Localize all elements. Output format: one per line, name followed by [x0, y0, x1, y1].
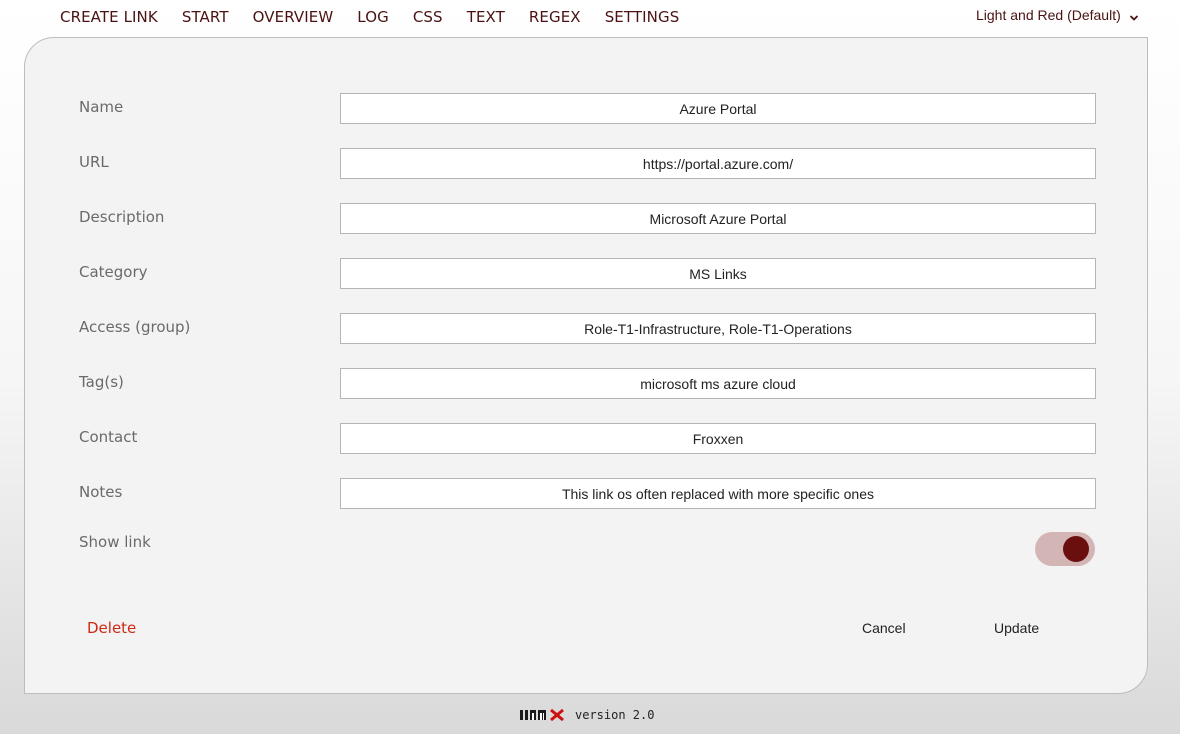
notes-input[interactable]	[340, 478, 1096, 509]
nav-start[interactable]: START	[182, 8, 229, 26]
nav-log[interactable]: LOG	[357, 8, 389, 26]
nav-css[interactable]: CSS	[413, 8, 443, 26]
nav-settings[interactable]: SETTINGS	[605, 8, 680, 26]
nav-text[interactable]: TEXT	[467, 8, 505, 26]
category-label: Category	[79, 263, 148, 281]
access-group-label: Access (group)	[79, 318, 191, 336]
tags-label: Tag(s)	[79, 373, 124, 391]
theme-select[interactable]: Light and Red (Default)	[976, 7, 1139, 23]
contact-label: Contact	[79, 428, 138, 446]
nav-overview[interactable]: OVERVIEW	[253, 8, 334, 26]
show-link-label: Show link	[79, 533, 151, 551]
app-logo-icon	[520, 709, 564, 721]
update-button[interactable]: Update	[994, 620, 1039, 636]
cancel-button[interactable]: Cancel	[862, 620, 906, 636]
footer: version 2.0	[519, 708, 654, 722]
access-group-input[interactable]	[340, 313, 1096, 344]
contact-input[interactable]	[340, 423, 1096, 454]
description-label: Description	[79, 208, 165, 226]
theme-select-value: Light and Red (Default)	[976, 7, 1121, 23]
description-input[interactable]	[340, 203, 1096, 234]
toggle-knob	[1063, 536, 1089, 562]
nav-regex[interactable]: REGEX	[529, 8, 581, 26]
show-link-toggle[interactable]	[1035, 532, 1095, 566]
url-input[interactable]	[340, 148, 1096, 179]
top-nav: CREATE LINK START OVERVIEW LOG CSS TEXT …	[60, 8, 703, 26]
edit-link-card: Name URL Description Category Access (gr…	[24, 37, 1148, 694]
version-text: version 2.0	[575, 708, 655, 722]
category-input[interactable]	[340, 258, 1096, 289]
chevron-down-icon	[1129, 10, 1139, 21]
url-label: URL	[79, 153, 109, 171]
nav-create-link[interactable]: CREATE LINK	[60, 8, 158, 26]
name-input[interactable]	[340, 93, 1096, 124]
tags-input[interactable]	[340, 368, 1096, 399]
delete-button[interactable]: Delete	[87, 619, 136, 637]
name-label: Name	[79, 98, 124, 116]
notes-label: Notes	[79, 483, 123, 501]
